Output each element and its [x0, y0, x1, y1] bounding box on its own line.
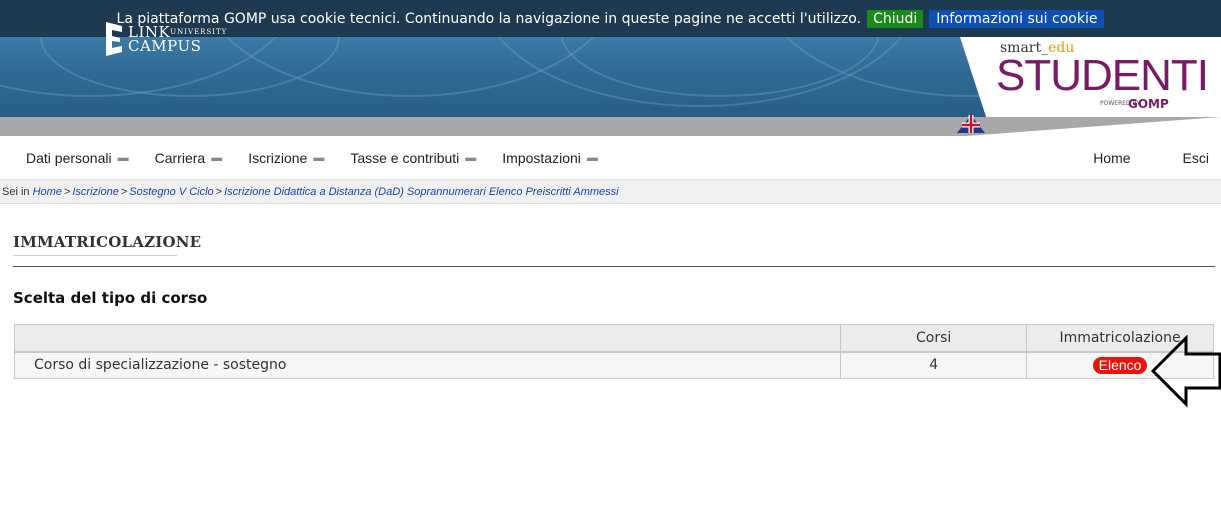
nav-tasse-contributi[interactable]: Tasse e contributi ▬ [350, 150, 476, 166]
breadcrumb-iscrizione[interactable]: Iscrizione [72, 186, 118, 198]
nav-iscrizione[interactable]: Iscrizione ▬ [248, 150, 324, 166]
nav-impostazioni[interactable]: Impostazioni ▬ [502, 150, 598, 166]
divider [13, 266, 1215, 267]
brand-gomp-logo: GOMP [1128, 97, 1169, 111]
breadcrumb-separator: > [120, 185, 128, 198]
chevron-down-icon: ▬ [586, 152, 598, 164]
table-header-name [13, 324, 842, 353]
breadcrumb-prefix: Sei in [2, 185, 30, 198]
smart-edu-brand: smart_edu STUDENTI POWERED BY GOMP [960, 37, 1221, 117]
header-strip [0, 115, 1221, 136]
cookie-message: La piattaforma GOMP usa cookie tecnici. … [116, 10, 862, 27]
course-count-cell: 4 [840, 351, 1028, 379]
breadcrumb-current[interactable]: Iscrizione Didattica a Distanza (DaD) So… [224, 186, 619, 198]
arrow-annotation-icon [1150, 335, 1221, 408]
breadcrumb: Sei in Home > Iscrizione > Sostegno V Ci… [0, 180, 1221, 204]
chevron-down-icon: ▬ [211, 152, 223, 164]
university-logo[interactable]: LINKUNIVERSITY CAMPUS [104, 22, 227, 56]
nav-carriera[interactable]: Carriera ▬ [155, 150, 223, 166]
section-title: Scelta del tipo di corso [13, 289, 208, 307]
table-header-row: Corsi Immatricolazione [13, 324, 1214, 353]
breadcrumb-home[interactable]: Home [33, 186, 62, 198]
logout-link[interactable]: Esci [1183, 150, 1209, 166]
cookie-info-button[interactable]: Informazioni sui cookie [929, 9, 1105, 28]
table-header-corsi: Corsi [840, 324, 1028, 353]
breadcrumb-separator: > [63, 185, 71, 198]
breadcrumb-sostegno[interactable]: Sostegno V Ciclo [129, 186, 213, 198]
main-nav: Dati personali ▬ Carriera ▬ Iscrizione ▬ Ta… [0, 137, 1221, 180]
university-logo-text: LINKUNIVERSITY CAMPUS [128, 23, 228, 55]
chevron-down-icon: ▬ [465, 152, 477, 164]
nav-home-link[interactable]: Home [1093, 150, 1130, 166]
page-title: IMMATRICOLAZIONE [13, 233, 202, 251]
course-name-cell: Corso di specializzazione - sostegno [13, 351, 842, 379]
chevron-down-icon: ▬ [313, 152, 325, 164]
brand-title: STUDENTI [996, 51, 1209, 100]
university-logo-icon [106, 22, 122, 56]
uk-flag-icon[interactable] [957, 111, 985, 133]
course-type-table: Corsi Immatricolazione Corso di speciali… [13, 324, 1214, 379]
title-underline [13, 255, 177, 256]
elenco-button[interactable]: Elenco [1092, 356, 1148, 374]
chevron-down-icon: ▬ [117, 152, 129, 164]
breadcrumb-separator: > [215, 185, 223, 198]
table-row: Corso di specializzazione - sostegno 4 E… [13, 351, 1214, 379]
cookie-close-button[interactable]: Chiudi [867, 9, 924, 28]
nav-dati-personali[interactable]: Dati personali ▬ [26, 150, 129, 166]
